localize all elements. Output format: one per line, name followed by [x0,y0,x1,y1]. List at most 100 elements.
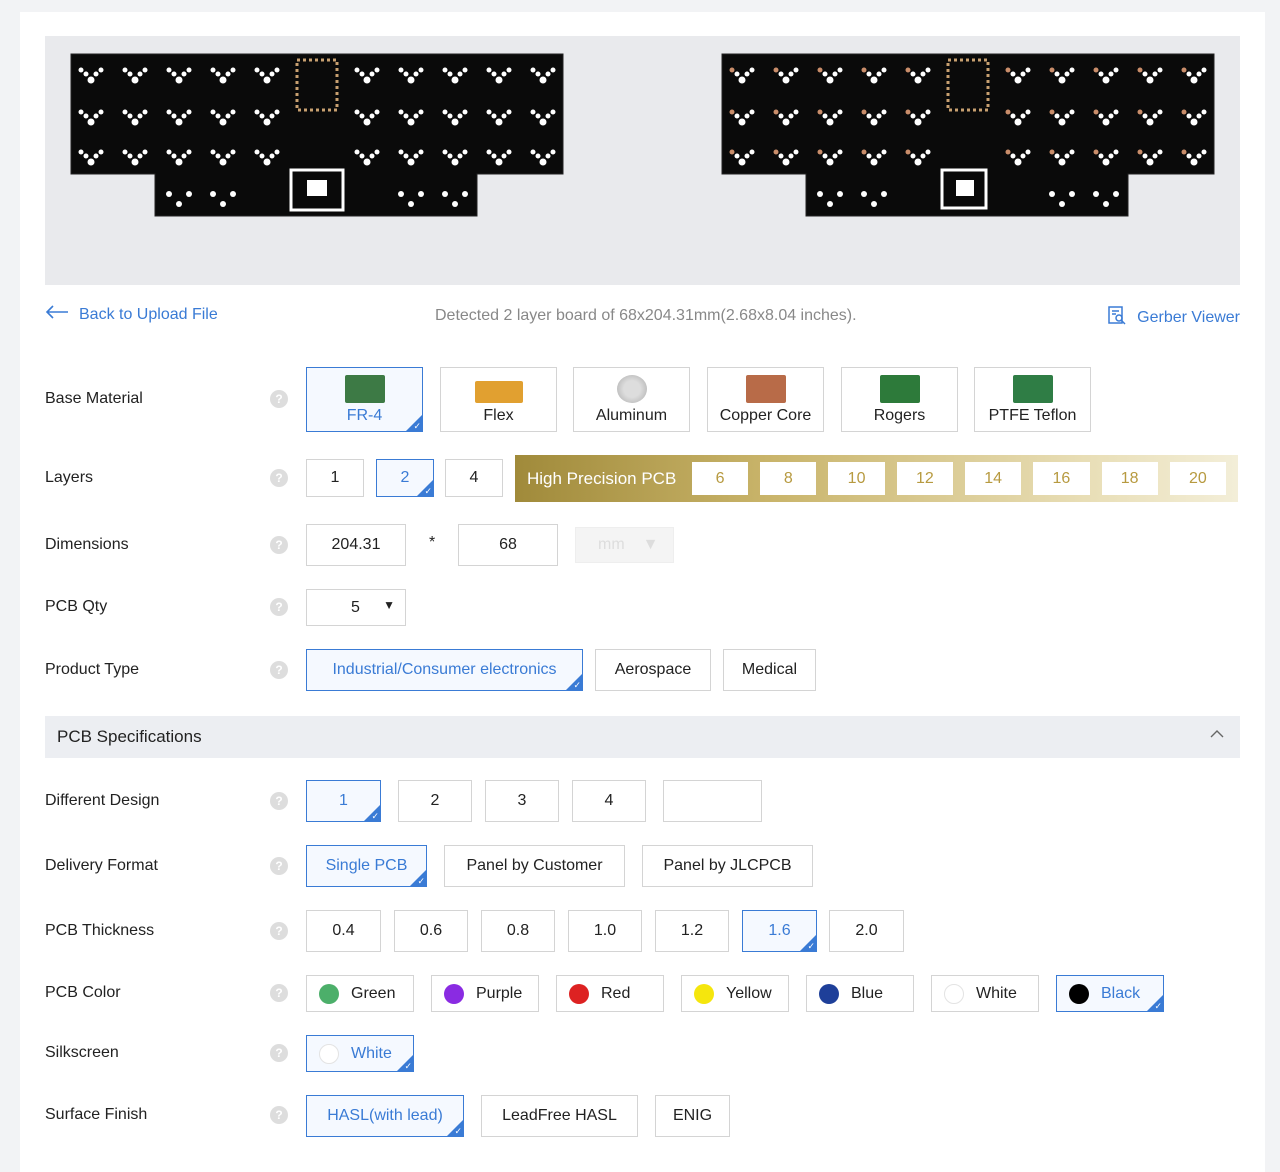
help-icon[interactable]: ? [270,984,288,1002]
design-option-1[interactable]: 1 [306,780,381,822]
product-type-medical[interactable]: Medical [723,649,816,691]
blue-swatch-icon [819,983,839,1004]
thickness-0-4[interactable]: 0.4 [306,910,381,952]
layers-option-12[interactable]: 12 [896,462,953,495]
green-swatch-icon [319,983,339,1004]
color-white[interactable]: White [931,975,1039,1012]
material-flex[interactable]: Flex [440,367,557,432]
product-type-aerospace[interactable]: Aerospace [595,649,711,691]
product-type-industrial[interactable]: Industrial/Consumer electronics [306,649,583,691]
gerber-viewer-link[interactable]: Gerber Viewer [1107,305,1240,330]
thickness-1-6[interactable]: 1.6 [742,910,817,952]
help-icon[interactable]: ? [270,598,288,616]
dimensions-label: Dimensions [45,536,129,553]
help-icon[interactable]: ? [270,1044,288,1062]
layers-option-10[interactable]: 10 [828,462,885,495]
thickness-1-2[interactable]: 1.2 [655,910,729,952]
material-rogers[interactable]: Rogers [841,367,958,432]
pcb-bottom-image [721,53,1215,217]
finish-leadfree-hasl[interactable]: LeadFree HASL [481,1095,638,1137]
back-to-upload-link[interactable]: Back to Upload File [45,305,218,324]
finish-hasl-with-lead[interactable]: HASL(with lead) [306,1095,464,1137]
thickness-0-8[interactable]: 0.8 [481,910,555,952]
layers-option-2[interactable]: 2 [376,459,434,497]
design-option-3[interactable]: 3 [485,780,559,822]
color-green[interactable]: Green [306,975,414,1012]
base-material-label: Base Material [45,390,143,407]
help-icon[interactable]: ? [270,857,288,875]
chevron-up-icon [1210,726,1224,742]
color-yellow[interactable]: Yellow [681,975,789,1012]
material-fr4[interactable]: FR-4 [306,367,423,432]
white-swatch-icon [944,983,964,1004]
white-swatch-icon [319,1043,339,1064]
pcb-qty-label: PCB Qty [45,598,108,615]
delivery-single-pcb[interactable]: Single PCB [306,845,427,887]
design-custom-input[interactable] [663,780,762,822]
help-icon[interactable]: ? [270,536,288,554]
color-blue[interactable]: Blue [806,975,914,1012]
help-icon[interactable]: ? [270,792,288,810]
color-red[interactable]: Red [556,975,664,1012]
color-purple[interactable]: Purple [431,975,539,1012]
material-copper-core[interactable]: Copper Core [707,367,824,432]
caret-down-icon: ▼ [383,598,395,612]
gerber-viewer-icon [1107,305,1127,330]
help-icon[interactable]: ? [270,922,288,940]
design-option-2[interactable]: 2 [398,780,472,822]
layers-option-8[interactable]: 8 [760,462,817,495]
color-black[interactable]: Black [1056,975,1164,1012]
section-title: PCB Specifications [57,727,202,746]
ptfe-board-icon [1012,375,1053,403]
thickness-1-0[interactable]: 1.0 [568,910,642,952]
dimension-separator: * [429,534,436,551]
layers-option-20[interactable]: 20 [1169,462,1227,495]
gerber-viewer-label: Gerber Viewer [1137,308,1240,326]
material-ptfe-teflon[interactable]: PTFE Teflon [974,367,1091,432]
layers-option-16[interactable]: 16 [1033,462,1090,495]
info-bar: Back to Upload File Detected 2 layer boa… [45,305,1240,329]
finish-enig[interactable]: ENIG [655,1095,730,1137]
help-icon[interactable]: ? [270,661,288,679]
pcb-top-image [70,53,564,217]
pcb-color-label: PCB Color [45,984,121,1001]
design-option-4[interactable]: 4 [572,780,646,822]
layers-option-18[interactable]: 18 [1101,462,1158,495]
layers-option-14[interactable]: 14 [964,462,1022,495]
layers-option-6[interactable]: 6 [691,462,749,495]
length-input[interactable]: 204.31 [306,524,406,566]
back-link-label: Back to Upload File [79,305,218,323]
width-input[interactable]: 68 [458,524,558,566]
high-precision-pcb-group: High Precision PCB 6 8 10 12 14 16 18 20 [515,455,1238,502]
product-type-label: Product Type [45,661,139,678]
thickness-2-0[interactable]: 2.0 [829,910,904,952]
different-design-label: Different Design [45,792,160,809]
black-swatch-icon [1069,983,1089,1004]
help-icon[interactable]: ? [270,469,288,487]
pcb-specifications-header[interactable]: PCB Specifications [45,716,1240,758]
help-icon[interactable]: ? [270,390,288,408]
help-icon[interactable]: ? [270,1106,288,1124]
layers-option-1[interactable]: 1 [306,459,364,497]
surface-finish-label: Surface Finish [45,1106,148,1123]
high-precision-label: High Precision PCB [527,468,677,488]
material-aluminum[interactable]: Aluminum [573,367,690,432]
silkscreen-white[interactable]: White [306,1035,414,1072]
rogers-board-icon [879,375,920,403]
delivery-panel-by-customer[interactable]: Panel by Customer [444,845,625,887]
arrow-left-icon [45,305,69,324]
pcb-qty-select[interactable]: 5 ▼ [306,589,406,626]
gerber-preview [45,36,1240,285]
caret-down-icon: ▼ [642,536,659,553]
layers-label: Layers [45,469,94,486]
layers-option-4[interactable]: 4 [445,459,503,497]
copper-core-board-icon [745,375,786,403]
aluminum-board-icon [616,375,647,403]
flex-board-icon [474,381,523,403]
unit-select[interactable]: mm ▼ [575,527,674,563]
delivery-panel-by-jlcpcb[interactable]: Panel by JLCPCB [642,845,813,887]
red-swatch-icon [569,983,589,1004]
thickness-0-6[interactable]: 0.6 [394,910,468,952]
purple-swatch-icon [444,983,464,1004]
pcb-thickness-label: PCB Thickness [45,922,155,939]
